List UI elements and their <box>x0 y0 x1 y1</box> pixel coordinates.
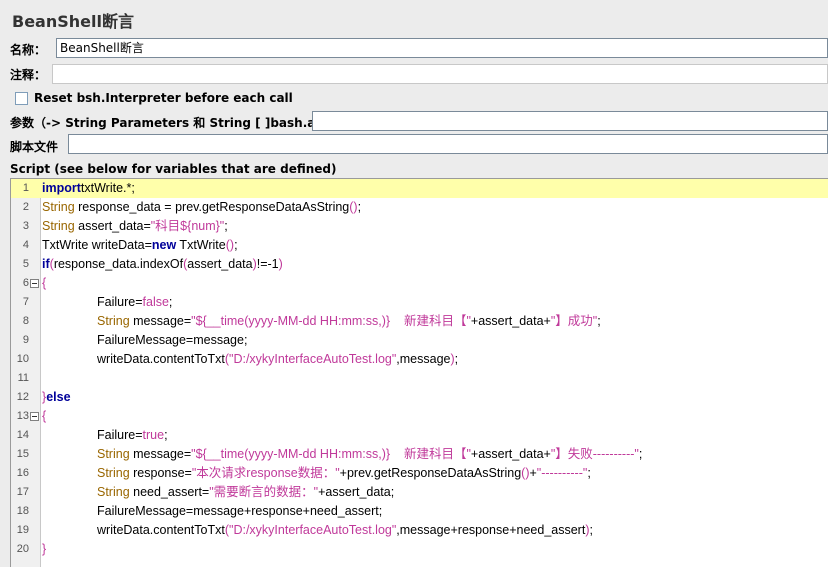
name-row: 名称： <box>10 38 46 60</box>
line-number: 3 <box>22 220 29 232</box>
code-line[interactable]: 2 String response_data = prev.getResponse… <box>11 198 828 217</box>
code-text: { <box>42 276 47 290</box>
line-number: 4 <box>22 239 29 251</box>
code-line[interactable]: 5 if(response_data.indexOf(assert_data)!=… <box>11 255 828 274</box>
code-line[interactable]: 18 FailureMessage=message+response+need_a… <box>11 502 828 521</box>
line-number: 11 <box>17 372 29 384</box>
line-number: 13 <box>16 410 29 422</box>
code-text: String message="${__time(yyyy-MM-dd HH:m… <box>97 314 601 328</box>
code-text: if(response_data.indexOf(assert_data)!=-… <box>42 257 283 271</box>
comment-label: 注释： <box>10 67 47 82</box>
code-line[interactable]: 7 Failure=false; <box>11 293 828 312</box>
code-text: String need_assert="需要断言的数据："+assert_dat… <box>97 485 395 499</box>
code-text: } <box>42 542 47 556</box>
name-label: 名称： <box>10 42 47 57</box>
code-line[interactable]: 1 importtxtWrite.*; <box>11 179 828 198</box>
reset-checkbox-row[interactable]: Reset bsh.Interpreter before each call <box>15 90 293 106</box>
code-line[interactable]: 14 Failure=true; <box>11 426 828 445</box>
line-number: 20 <box>16 543 29 555</box>
script-file-field[interactable] <box>68 134 828 154</box>
code-text: writeData.contentToTxt("D:/xykyInterface… <box>97 352 459 366</box>
params-field[interactable] <box>312 111 828 131</box>
code-line[interactable]: 6{ <box>11 274 828 293</box>
code-line[interactable]: 11 <box>11 369 828 388</box>
line-number: 10 <box>16 353 29 365</box>
script-file-row: 脚本文件 <box>10 136 58 156</box>
line-number: 18 <box>16 505 29 517</box>
reset-checkbox-label: Reset bsh.Interpreter before each call <box>34 91 293 105</box>
line-number: 15 <box>16 448 29 460</box>
code-text: TxtWrite writeData=new TxtWrite(); <box>42 238 238 252</box>
code-text: String message="${__time(yyyy-MM-dd HH:m… <box>97 447 643 461</box>
script-file-label: 脚本文件 <box>10 139 59 154</box>
code-text: { <box>42 409 47 423</box>
code-text: writeData.contentToTxt("D:/xykyInterface… <box>97 523 593 537</box>
reset-checkbox[interactable] <box>15 91 28 105</box>
code-line[interactable]: 4 TxtWrite writeData=new TxtWrite(); <box>11 236 828 255</box>
code-text: FailureMessage=message; <box>97 333 248 347</box>
line-number: 6 <box>22 277 29 289</box>
script-label-row: Script (see below for variables that are… <box>10 161 337 177</box>
code-line[interactable]: 3 String assert_data="科目${num}"; <box>11 217 828 236</box>
code-line[interactable]: 17 String need_assert="需要断言的数据："+assert_d… <box>11 483 828 502</box>
code-line[interactable]: 20} <box>11 540 828 559</box>
line-number: 16 <box>16 467 29 479</box>
code-line[interactable]: 15 String message="${__time(yyyy-MM-dd HH… <box>11 445 828 464</box>
line-number: 19 <box>16 524 29 536</box>
code-text: importtxtWrite.*; <box>42 181 135 195</box>
fold-collapse-icon[interactable] <box>30 412 39 421</box>
line-number: 17 <box>16 486 29 498</box>
comment-field[interactable] <box>52 64 828 84</box>
line-number: 8 <box>22 315 29 327</box>
code-text: Failure=true; <box>97 428 168 442</box>
code-text: Failure=false; <box>97 295 173 309</box>
code-line[interactable]: 19 writeData.contentToTxt("D:/xykyInterfa… <box>11 521 828 540</box>
code-line[interactable]: 10 writeData.contentToTxt("D:/xykyInterfa… <box>11 350 828 369</box>
code-line[interactable]: 8 String message="${__time(yyyy-MM-dd HH:… <box>11 312 828 331</box>
code-text: FailureMessage=message+response+need_ass… <box>97 504 383 518</box>
code-text: String response="本次请求response数据："+prev.g… <box>97 466 591 480</box>
line-number: 1 <box>22 182 29 194</box>
panel-title: BeanShell断言 <box>12 12 134 31</box>
params-label: 参数（-> String Parameters 和 String [ ]bash… <box>10 115 350 130</box>
code-line[interactable]: 12 }else <box>11 388 828 407</box>
params-row: 参数（-> String Parameters 和 String [ ]bash… <box>10 112 349 132</box>
code-text: String assert_data="科目${num}"; <box>42 219 228 233</box>
line-number: 7 <box>22 296 29 308</box>
code-text: }else <box>42 390 71 404</box>
code-line[interactable]: 16 String response="本次请求response数据："+prev… <box>11 464 828 483</box>
name-field[interactable]: BeanShell断言 <box>56 38 828 58</box>
code-line[interactable]: 13 { <box>11 407 828 426</box>
code-text: String response_data = prev.getResponseD… <box>42 200 362 214</box>
script-editor[interactable]: 1 importtxtWrite.*; 2 String response_data … <box>10 178 828 567</box>
line-number: 12 <box>16 391 29 403</box>
fold-collapse-icon[interactable] <box>30 279 39 288</box>
line-number: 5 <box>22 258 29 270</box>
code-line[interactable]: 9 FailureMessage=message; <box>11 331 828 350</box>
script-label: Script (see below for variables that are… <box>10 162 337 176</box>
line-number: 14 <box>16 429 29 441</box>
comment-row: 注释： <box>10 64 46 84</box>
line-number: 9 <box>22 334 29 346</box>
line-number: 2 <box>22 201 29 213</box>
